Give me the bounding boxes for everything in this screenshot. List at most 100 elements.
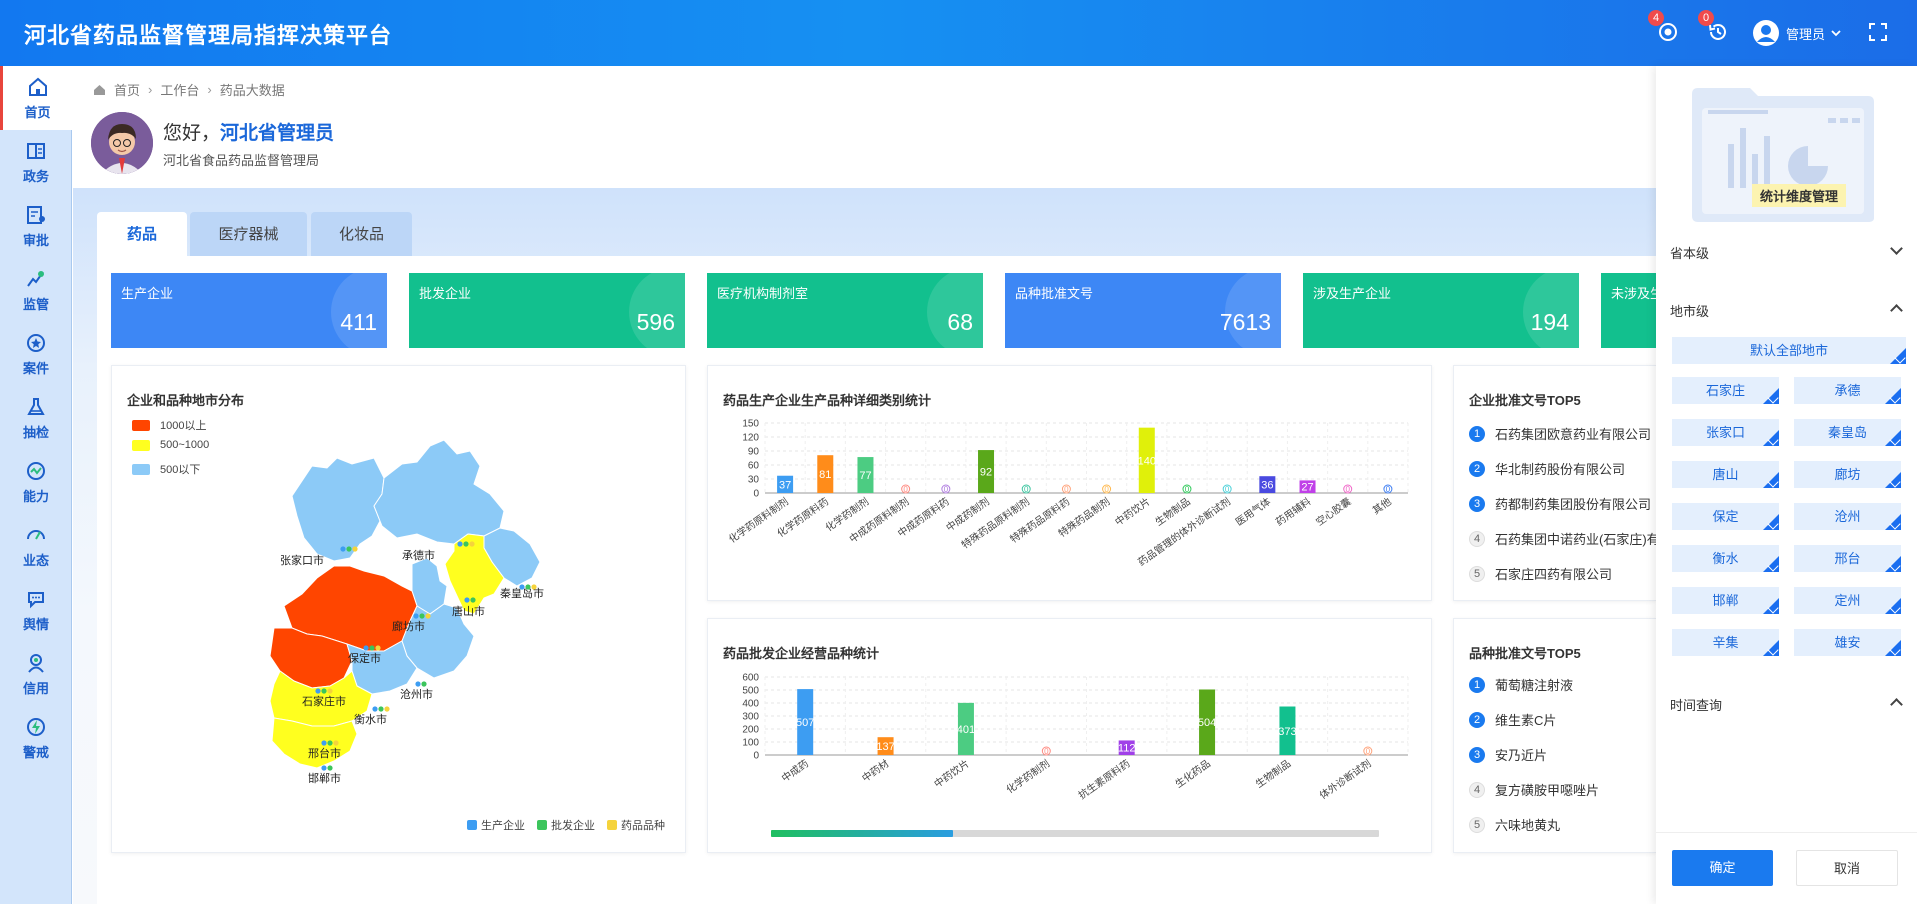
legend-swatch bbox=[607, 820, 617, 830]
chevron-up-icon[interactable] bbox=[1890, 698, 1903, 711]
breadcrumb-item[interactable]: 工作台 bbox=[160, 80, 199, 99]
city-btn[interactable]: 廊坊 bbox=[1794, 461, 1901, 488]
rank-item[interactable]: 2 维生素C片 bbox=[1469, 710, 1556, 729]
city-btn-label: 雄安 bbox=[1834, 635, 1861, 650]
rank-item[interactable]: 3 安乃近片 bbox=[1469, 745, 1547, 764]
city-label-handan: 邯郸市 bbox=[308, 771, 341, 785]
city-btn[interactable]: 邯郸 bbox=[1672, 587, 1779, 614]
sidebar-item-home[interactable]: 首页 bbox=[0, 66, 72, 130]
city-btn[interactable]: 辛集 bbox=[1672, 629, 1779, 656]
tab-drugs[interactable]: 药品 bbox=[97, 212, 187, 256]
dot-legend-item[interactable]: 生产企业 bbox=[467, 817, 525, 833]
sidebar-item-approval[interactable]: 审批 bbox=[0, 194, 72, 258]
chart-scrollbar-thumb[interactable] bbox=[771, 830, 954, 837]
city-btn[interactable]: 石家庄 bbox=[1672, 377, 1779, 404]
bar-value-label: 0 bbox=[1345, 485, 1350, 494]
y-tick-label: 120 bbox=[742, 433, 759, 444]
section-time-query[interactable]: 时间查询 bbox=[1670, 695, 1722, 714]
wholesale-bar-chart[interactable]: 0100200300400500600507中成药137中药材401中药饮片0化… bbox=[708, 619, 1433, 854]
sidebar-item-credit[interactable]: 信用 bbox=[0, 642, 72, 706]
stat-card-approval-numbers[interactable]: 品种批准文号 7613 bbox=[1005, 273, 1281, 348]
rank-number: 1 bbox=[1469, 425, 1485, 442]
x-tick-label: 化学药制剂 bbox=[1004, 757, 1052, 796]
rank-item[interactable]: 4 石药集团中诺药业(石家庄)有 bbox=[1469, 529, 1660, 548]
dot-legend-item[interactable]: 批发企业 bbox=[537, 817, 595, 833]
bar-value-label: 112 bbox=[1118, 743, 1136, 755]
history-button[interactable]: 0 bbox=[1698, 10, 1730, 44]
stat-card-manufacturers[interactable]: 生产企业 411 bbox=[111, 273, 387, 348]
city-btn[interactable]: 邢台 bbox=[1794, 545, 1901, 572]
city-btn[interactable]: 雄安 bbox=[1794, 629, 1901, 656]
rank-item[interactable]: 3 药都制药集团股份有限公司 bbox=[1469, 494, 1651, 513]
rank-label: 复方磺胺甲噁唑片 bbox=[1495, 783, 1600, 798]
sidebar-item-case[interactable]: 案件 bbox=[0, 322, 72, 386]
fullscreen-button[interactable] bbox=[1866, 20, 1890, 44]
stat-value: 596 bbox=[636, 309, 675, 335]
rank-item[interactable]: 1 葡萄糖注射液 bbox=[1469, 675, 1573, 694]
map-dot-legend: 生产企业 批发企业 药品品种 bbox=[467, 817, 665, 833]
chevron-right-icon: › bbox=[148, 82, 153, 97]
breadcrumb-item[interactable]: 首页 bbox=[114, 80, 140, 99]
stat-card-medical-preparation-rooms[interactable]: 医疗机构制剂室 68 bbox=[707, 273, 983, 348]
chevron-up-icon[interactable] bbox=[1890, 304, 1903, 317]
chevron-down-icon[interactable] bbox=[1890, 242, 1903, 255]
cancel-button[interactable]: 取消 bbox=[1796, 850, 1898, 886]
city-btn-default-all[interactable]: 默认全部地市 bbox=[1672, 337, 1906, 364]
x-tick-label: 中成药 bbox=[779, 757, 811, 785]
rank-item[interactable]: 5 六味地黄丸 bbox=[1469, 815, 1560, 834]
rank-item[interactable]: 5 石家庄四药有限公司 bbox=[1469, 564, 1612, 583]
supervision-icon bbox=[27, 270, 44, 287]
sidebar-item-supervision[interactable]: 监管 bbox=[0, 258, 72, 322]
stat-card-involved-manufacturers[interactable]: 涉及生产企业 194 bbox=[1303, 273, 1579, 348]
city-label-chengde: 承德市 bbox=[402, 548, 435, 562]
city-btn[interactable]: 沧州 bbox=[1794, 503, 1901, 530]
user-menu[interactable]: 管理员 bbox=[1752, 18, 1841, 48]
stat-card-wholesalers[interactable]: 批发企业 596 bbox=[409, 273, 685, 348]
legend-swatch bbox=[467, 820, 477, 830]
dot-legend-item[interactable]: 药品品种 bbox=[607, 817, 665, 833]
sidebar-item-business[interactable]: 业态 bbox=[0, 514, 72, 578]
stat-label: 品种批准文号 bbox=[1015, 286, 1094, 301]
sidebar-item-label: 信用 bbox=[22, 680, 49, 696]
city-btn[interactable]: 衡水 bbox=[1672, 545, 1779, 572]
x-tick-label: 特殊药品原料制剂 bbox=[959, 495, 1032, 552]
sidebar-item-ability[interactable]: 能力 bbox=[0, 450, 72, 514]
check-icon bbox=[1767, 392, 1779, 404]
approval-icon bbox=[27, 205, 45, 224]
confirm-button[interactable]: 确定 bbox=[1672, 850, 1773, 886]
stat-label: 批发企业 bbox=[419, 286, 472, 301]
check-icon bbox=[1889, 518, 1901, 530]
city-btn[interactable]: 唐山 bbox=[1672, 461, 1779, 488]
rank-item[interactable]: 1 石药集团欧意药业有限公司 bbox=[1469, 424, 1651, 443]
city-btn-label: 衡水 bbox=[1712, 551, 1739, 566]
city-btn[interactable]: 定州 bbox=[1794, 587, 1901, 614]
sidebar-item-alert[interactable]: 警戒 bbox=[0, 706, 72, 770]
city-btn[interactable]: 张家口 bbox=[1672, 419, 1779, 446]
sidebar-item-gov-affairs[interactable]: 政务 bbox=[0, 130, 72, 194]
city-btn[interactable]: 秦皇岛 bbox=[1794, 419, 1901, 446]
section-municipal[interactable]: 地市级 bbox=[1670, 301, 1709, 320]
gov-affairs-icon bbox=[27, 142, 45, 159]
sidebar-item-sampling[interactable]: 抽检 bbox=[0, 386, 72, 450]
city-label-tangshan: 唐山市 bbox=[452, 604, 485, 618]
credit-icon bbox=[28, 653, 44, 673]
tab-cosmetics[interactable]: 化妆品 bbox=[311, 212, 412, 256]
city-btn[interactable]: 承德 bbox=[1794, 377, 1901, 404]
bar-value-label: 401 bbox=[957, 724, 975, 736]
rank-number: 5 bbox=[1469, 816, 1485, 833]
hebei-map[interactable]: 张家口市 承德市 秦皇岛市 唐山市 廊坊市 保定市 沧州市 石家庄市 衡水市 邢… bbox=[112, 366, 687, 854]
enterprise-rank-card: 企业批准文号TOP5 1 石药集团欧意药业有限公司 2 华北制药股份有限公司 3 药都… bbox=[1453, 365, 1660, 601]
sidebar-item-label: 业态 bbox=[22, 552, 49, 568]
y-tick-label: 100 bbox=[742, 738, 759, 749]
bar-value-label: 137 bbox=[876, 741, 894, 753]
rank-item[interactable]: 2 华北制药股份有限公司 bbox=[1469, 459, 1625, 478]
tab-medical-devices[interactable]: 医疗器械 bbox=[190, 212, 307, 256]
stat-card-uninvolved-manufacturers[interactable]: 未涉及生 bbox=[1601, 273, 1656, 348]
rank-item[interactable]: 4 复方磺胺甲噁唑片 bbox=[1469, 780, 1599, 799]
chart-scrollbar[interactable] bbox=[771, 830, 1379, 837]
city-btn[interactable]: 保定 bbox=[1672, 503, 1779, 530]
production-bar-chart[interactable]: 030609012015037化学药原料制剂81化学药原料药77化学药制剂0中成… bbox=[708, 366, 1433, 602]
alerts-button[interactable]: 4 bbox=[1648, 10, 1680, 44]
section-provincial[interactable]: 省本级 bbox=[1670, 243, 1709, 262]
sidebar-item-public-opinion[interactable]: 舆情 bbox=[0, 578, 72, 642]
